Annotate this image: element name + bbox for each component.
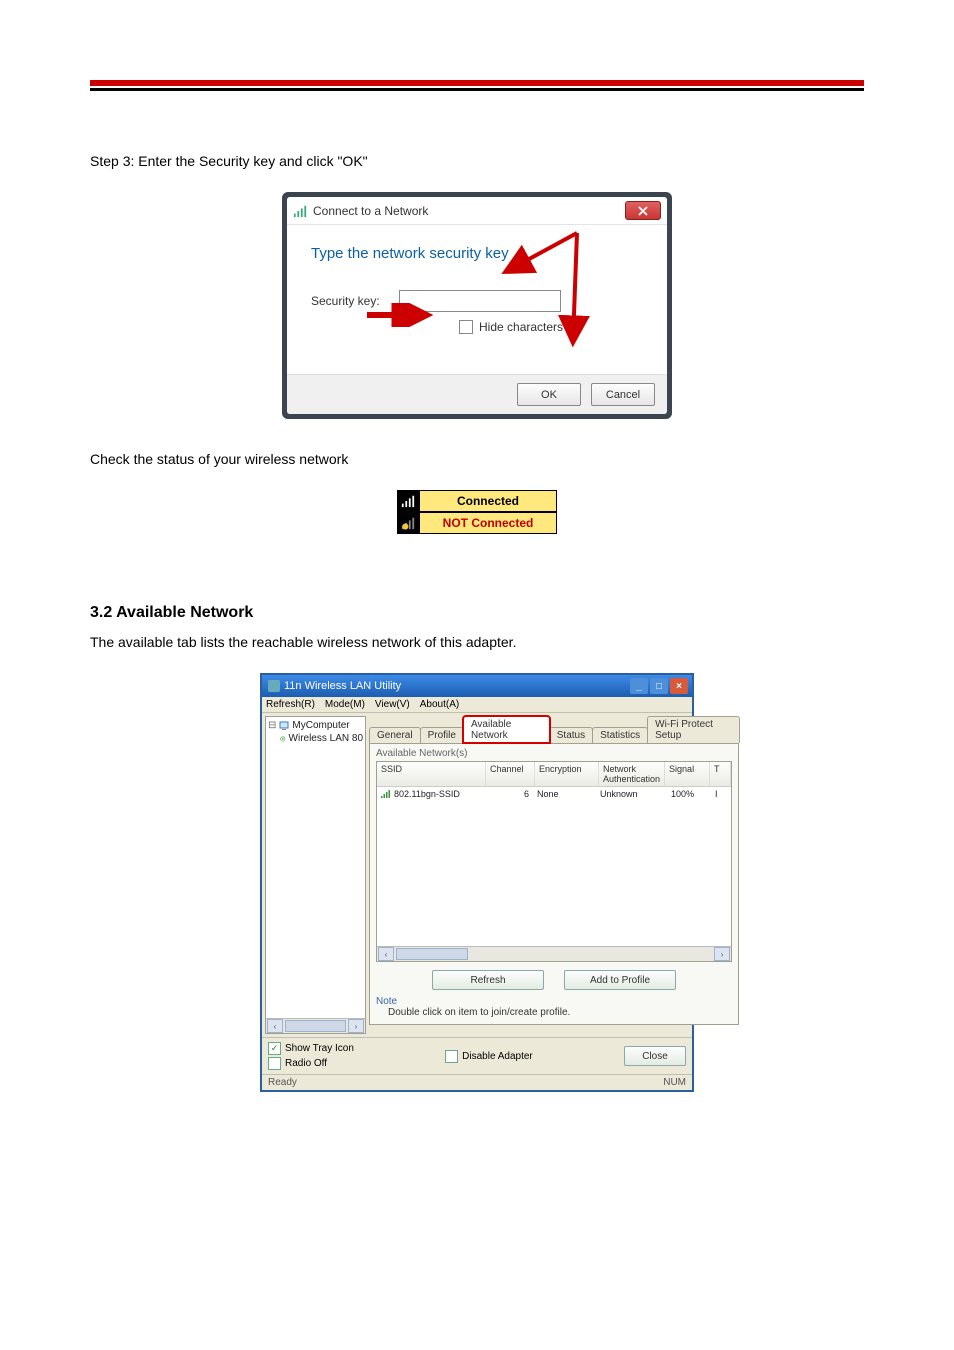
- refresh-button[interactable]: Refresh: [432, 970, 544, 990]
- tab-available-network[interactable]: Available Network: [463, 716, 550, 743]
- show-tray-checkbox[interactable]: [268, 1042, 281, 1055]
- signal-text: 100%: [667, 787, 711, 801]
- show-tray-label: Show Tray Icon: [285, 1043, 354, 1054]
- red-rule: [90, 80, 864, 86]
- not-connected-icon: [397, 512, 419, 534]
- connected-icon: [397, 490, 419, 512]
- app-icon: [268, 680, 280, 692]
- tab-wps[interactable]: Wi-Fi Protect Setup: [647, 716, 740, 743]
- auth-text: Unknown: [596, 787, 667, 801]
- list-scroll-thumb[interactable]: [396, 948, 468, 960]
- disable-adapter-label: Disable Adapter: [462, 1051, 533, 1062]
- tab-strip: General Profile Available Network Status…: [369, 716, 739, 743]
- channel-text: 6: [485, 787, 533, 801]
- list-scroll-right[interactable]: ›: [714, 947, 730, 961]
- available-network-panel: Available Network(s) SSID Channel Encryp…: [369, 743, 739, 1025]
- add-to-profile-button[interactable]: Add to Profile: [564, 970, 676, 990]
- connected-label: Connected: [419, 490, 557, 512]
- dialog-title: Connect to a Network: [313, 204, 428, 218]
- not-connected-label: NOT Connected: [419, 512, 557, 534]
- dialog-footer: OK Cancel: [287, 374, 667, 414]
- tree-adapter-label: Wireless LAN 80: [289, 733, 363, 744]
- panel-subtitle: Available Network(s): [376, 748, 732, 759]
- menu-mode[interactable]: Mode(M): [325, 699, 365, 710]
- step3-instruction: Step 3: Enter the Security key and click…: [90, 151, 864, 172]
- disable-adapter-checkbox[interactable]: [445, 1050, 458, 1063]
- document-page: Step 3: Enter the Security key and click…: [0, 0, 954, 1182]
- close-icon: [638, 206, 648, 216]
- computer-icon: [279, 721, 289, 731]
- col-signal[interactable]: Signal: [665, 762, 710, 786]
- network-row[interactable]: 802.11bgn-SSID 6 None Unknown 100% I: [377, 787, 731, 801]
- minimize-button[interactable]: _: [630, 678, 648, 694]
- arrow-to-checkbox-icon: [365, 303, 435, 327]
- list-scrollbar[interactable]: ‹ ›: [377, 946, 731, 961]
- tree-scroll-left[interactable]: ‹: [267, 1019, 283, 1033]
- list-scroll-left[interactable]: ‹: [378, 947, 394, 961]
- black-rule: [90, 88, 864, 91]
- section-body: The available tab lists the reachable wi…: [90, 632, 864, 653]
- ok-button[interactable]: OK: [517, 383, 581, 406]
- status-num: NUM: [663, 1077, 686, 1088]
- radio-off-checkbox[interactable]: [268, 1057, 281, 1070]
- cancel-button[interactable]: Cancel: [591, 383, 655, 406]
- list-header: SSID Channel Encryption Network Authenti…: [377, 762, 731, 787]
- tree-adapter[interactable]: Wireless LAN 80: [280, 733, 363, 744]
- col-channel[interactable]: Channel: [486, 762, 535, 786]
- menu-view[interactable]: View(V): [375, 699, 410, 710]
- signal-icon: [381, 790, 391, 798]
- window-close-button[interactable]: ×: [670, 678, 688, 694]
- dialog-titlebar: Connect to a Network: [287, 197, 667, 225]
- menubar: Refresh(R) Mode(M) View(V) About(A): [262, 697, 692, 713]
- menu-refresh[interactable]: Refresh(R): [266, 699, 315, 710]
- tree-scrollbar[interactable]: ‹ ›: [266, 1018, 365, 1033]
- arrow-to-input-icon: [487, 223, 627, 353]
- tree-root-label: MyComputer: [292, 720, 349, 731]
- tree-scroll-right[interactable]: ›: [348, 1019, 364, 1033]
- close-button[interactable]: [625, 201, 661, 220]
- adapter-icon: [280, 734, 286, 744]
- status-bar: Ready NUM: [262, 1074, 692, 1090]
- col-auth[interactable]: Network Authentication: [599, 762, 665, 786]
- note-label: Note: [376, 996, 732, 1007]
- status-ready: Ready: [268, 1077, 297, 1088]
- status-legend: Connected NOT Connected: [397, 490, 557, 534]
- tree-root[interactable]: ⊟ MyComputer: [268, 720, 363, 731]
- utility-footer: Show Tray Icon Radio Off Disable Adapter…: [262, 1037, 692, 1074]
- device-tree[interactable]: ⊟ MyComputer Wireless LAN 80 ‹ ›: [265, 716, 366, 1034]
- tab-profile[interactable]: Profile: [420, 727, 464, 743]
- menu-about[interactable]: About(A): [420, 699, 459, 710]
- network-icon: [293, 204, 307, 218]
- close-button-utility[interactable]: Close: [624, 1046, 686, 1066]
- tab-statistics[interactable]: Statistics: [592, 727, 648, 743]
- tab-status[interactable]: Status: [549, 727, 593, 743]
- col-encryption[interactable]: Encryption: [535, 762, 599, 786]
- utility-titlebar: 11n Wireless LAN Utility _ □ ×: [262, 675, 692, 697]
- maximize-button[interactable]: □: [650, 678, 668, 694]
- tab-general[interactable]: General: [369, 727, 421, 743]
- tree-scroll-thumb[interactable]: [285, 1020, 346, 1032]
- network-list[interactable]: SSID Channel Encryption Network Authenti…: [376, 761, 732, 962]
- section-heading: 3.2 Available Network: [90, 604, 864, 622]
- utility-title: 11n Wireless LAN Utility: [284, 680, 401, 692]
- ssid-text: 802.11bgn-SSID: [394, 789, 460, 799]
- wlan-utility-window: 11n Wireless LAN Utility _ □ × Refresh(R…: [260, 673, 694, 1092]
- col-t[interactable]: T: [710, 762, 731, 786]
- note-text: Double click on item to join/create prof…: [388, 1007, 732, 1018]
- t-text: I: [711, 787, 731, 801]
- hide-characters-checkbox[interactable]: [459, 320, 473, 334]
- status-hint-text: Check the status of your wireless networ…: [90, 449, 864, 470]
- col-ssid[interactable]: SSID: [377, 762, 486, 786]
- encryption-text: None: [533, 787, 596, 801]
- radio-off-label: Radio Off: [285, 1058, 327, 1069]
- connect-network-dialog: Connect to a Network Type the network se…: [282, 192, 672, 419]
